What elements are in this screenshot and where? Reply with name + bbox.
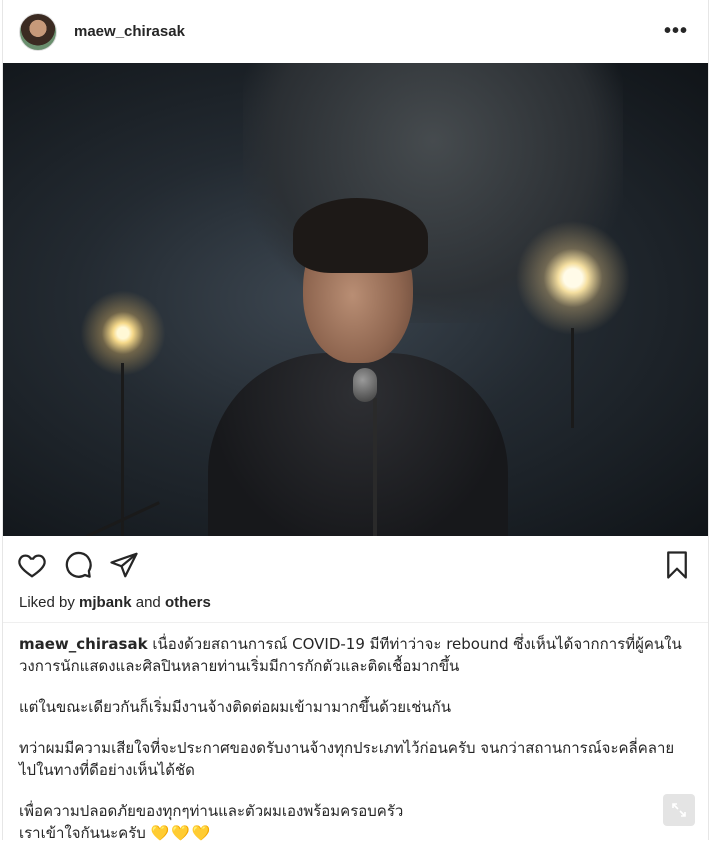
right-light-stand (571, 328, 574, 428)
likes-line: Liked by mjbank and others (3, 594, 708, 612)
microphone (353, 368, 377, 402)
likes-connector: and (135, 594, 161, 611)
yellow-hearts: 💛💛💛 (150, 824, 213, 842)
heart-icon[interactable] (17, 550, 47, 580)
singer-hair (293, 198, 428, 273)
caption-paragraph-1: maew_chirasak เนื่องด้วยสถานการณ์ COVID-… (19, 633, 692, 677)
microphone-stand (373, 398, 377, 536)
instagram-post: maew_chirasak ••• Liked by mjbank and ot… (2, 0, 709, 842)
more-options-icon[interactable]: ••• (664, 20, 692, 43)
post-username[interactable]: maew_chirasak (74, 23, 185, 40)
liked-by-others[interactable]: others (165, 594, 211, 611)
likes-prefix: Liked by (19, 594, 75, 611)
caption-line-7: เราเข้าใจกันนะครับ (19, 824, 146, 842)
caption-username[interactable]: maew_chirasak (19, 635, 148, 653)
avatar[interactable] (19, 12, 57, 51)
post-header: maew_chirasak ••• (3, 0, 708, 63)
caption-line-1: เนื่องด้วยสถานการณ์ COVID-19 มีทีท่าว่าจ… (147, 635, 682, 653)
caption-paragraph-3: ทว่าผมมีความเสียใจที่จะประกาศของดรับงานจ… (19, 737, 692, 781)
comment-icon[interactable] (63, 550, 93, 580)
bookmark-icon[interactable] (662, 550, 692, 580)
post-caption: maew_chirasak เนื่องด้วยสถานการณ์ COVID-… (3, 623, 708, 844)
caption-line-3: แต่ในขณะเดียวกันก็เริ่มมีงานจ้างติดต่อผม… (19, 698, 451, 716)
post-actions (3, 536, 708, 594)
left-light-stand (121, 363, 124, 536)
caption-paragraph-4: เพื่อความปลอดภัยของทุกๆท่านและตัวผมเองพร… (19, 800, 692, 844)
caption-line-6: เพื่อความปลอดภัยของทุกๆท่านและตัวผมเองพร… (19, 802, 404, 820)
post-photo[interactable] (3, 63, 708, 536)
liked-by-user[interactable]: mjbank (79, 594, 132, 611)
caption-line-5: ไปในทางที่ดีอย่างเห็นได้ชัด (19, 761, 195, 779)
caption-paragraph-2: แต่ในขณะเดียวกันก็เริ่มมีงานจ้างติดต่อผม… (19, 696, 692, 718)
expand-icon[interactable] (663, 794, 695, 826)
caption-line-4: ทว่าผมมีความเสียใจที่จะประกาศของดรับงานจ… (19, 739, 675, 757)
right-stage-light (508, 213, 638, 343)
share-icon[interactable] (109, 550, 139, 580)
caption-line-2: วงการนักแสดงและศิลปินหลายท่านเริ่มมีการก… (19, 657, 460, 675)
